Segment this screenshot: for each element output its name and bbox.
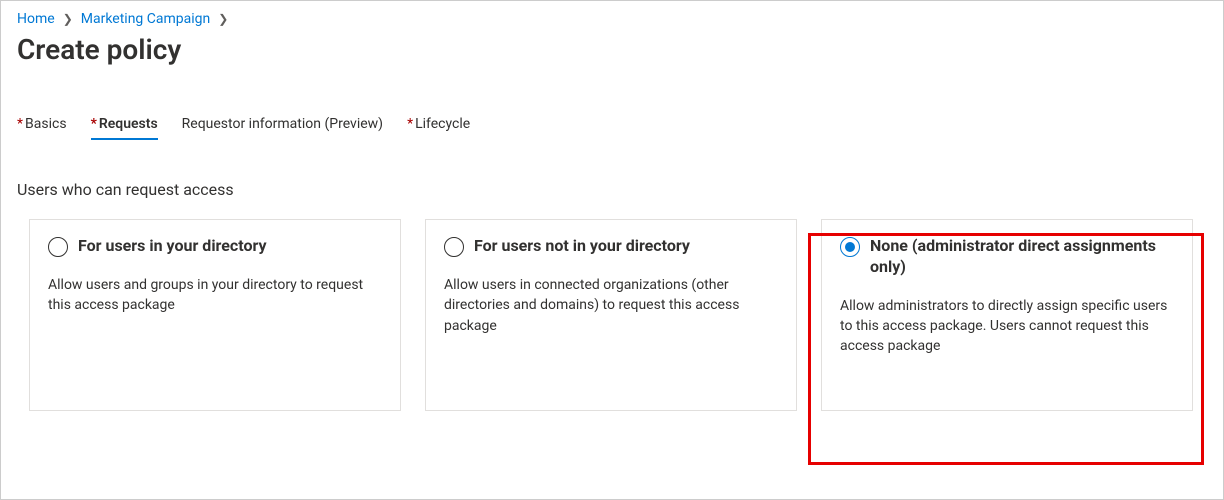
chevron-right-icon: ❯ [63,12,73,26]
option-title: For users in your directory [78,236,267,257]
required-asterisk: * [407,116,413,132]
tab-label: Lifecycle [415,116,470,132]
option-description: Allow users in connected organizations (… [444,275,778,336]
option-card-users-not-in-directory[interactable]: For users not in your directory Allow us… [425,219,797,411]
required-asterisk: * [17,116,23,132]
tab-label: Basics [25,116,67,132]
option-title: For users not in your directory [474,236,690,257]
option-cards: For users in your directory Allow users … [17,219,1207,411]
breadcrumb-link-marketing-campaign[interactable]: Marketing Campaign [81,11,211,27]
option-description: Allow administrators to directly assign … [840,296,1174,357]
radio-icon [444,237,464,257]
tab-basics[interactable]: *Basics [17,116,67,140]
option-title: None (administrator direct assignments o… [870,236,1174,278]
breadcrumb-link-home[interactable]: Home [17,11,55,27]
chevron-right-icon: ❯ [218,12,228,26]
tab-label: Requests [99,116,158,132]
tabs: *Basics *Requests Requestor information … [17,116,1207,140]
tab-lifecycle[interactable]: *Lifecycle [407,116,470,140]
tab-label: Requestor information (Preview) [182,116,383,132]
tab-requests[interactable]: *Requests [91,116,158,140]
option-card-users-in-directory[interactable]: For users in your directory Allow users … [29,219,401,411]
option-description: Allow users and groups in your directory… [48,275,382,316]
section-label: Users who can request access [17,180,1207,199]
radio-icon [840,237,860,257]
required-asterisk: * [91,116,97,132]
radio-icon [48,237,68,257]
page-title: Create policy [17,33,1207,66]
option-card-none-admin-direct[interactable]: None (administrator direct assignments o… [821,219,1193,411]
breadcrumb: Home ❯ Marketing Campaign ❯ [17,11,1207,27]
tab-requestor-information[interactable]: Requestor information (Preview) [182,116,383,140]
